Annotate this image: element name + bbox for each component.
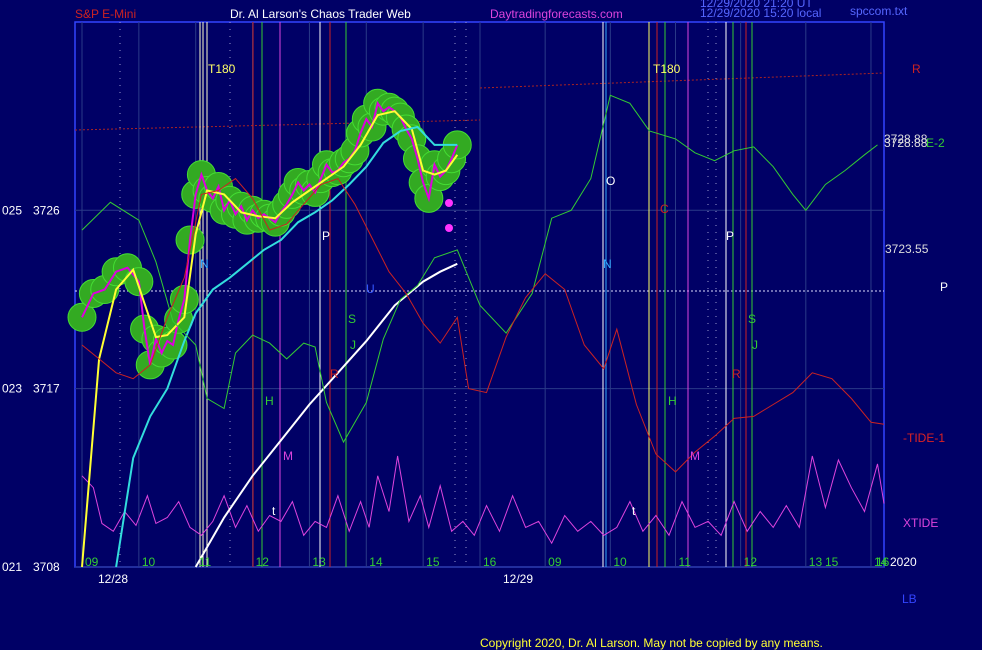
site-link[interactable]: Daytradingforecasts.com — [490, 7, 623, 21]
x-hour-label: 11 — [199, 555, 212, 569]
x-hour-label: 15 — [825, 555, 839, 569]
marker-label: M — [283, 449, 293, 463]
date-label-1: 12/28 — [98, 572, 128, 586]
marker-label: P — [726, 229, 734, 243]
right-label: P — [940, 280, 948, 294]
marker-label: T180 — [653, 62, 681, 76]
y-tick-left: 021 — [2, 560, 22, 574]
x-hour-label: 09 — [548, 555, 562, 569]
marker-label: N — [603, 257, 612, 271]
marker-label: J — [752, 338, 758, 352]
x-hour-label: 16 — [483, 555, 497, 569]
vertical-lines — [119, 22, 753, 567]
x-hour-label: 12 — [744, 555, 758, 569]
y-tick-left: 025 — [2, 203, 22, 217]
x-hour-label: 11 — [678, 555, 691, 569]
x-hour-label: 09 — [85, 555, 99, 569]
marker-label: H — [265, 394, 274, 408]
marker-label: S — [348, 312, 356, 326]
x-hour-label: 14 — [369, 555, 383, 569]
right-label: R — [912, 62, 921, 76]
y-tick-value: 3708 — [33, 560, 60, 574]
copyright: Copyright 2020, Dr. Al Larson. May not b… — [480, 636, 823, 650]
marker-label: T180 — [208, 62, 236, 76]
right-label: -TIDE-1 — [903, 431, 945, 445]
year-label: 2020 — [890, 555, 917, 569]
forecast-dot — [445, 199, 453, 207]
x-hour-label: 15 — [426, 555, 440, 569]
series-line-3 — [194, 262, 458, 568]
date-label-2: 12/29 — [503, 572, 533, 586]
x-hour-label: 16 — [876, 555, 890, 569]
x-hour-label: 10 — [613, 555, 627, 569]
marker-label: P — [322, 229, 330, 243]
right-label: XTIDE — [903, 516, 938, 530]
marker-label: R — [732, 367, 741, 381]
chaos-chart: T180 T180N NP PS SJ JH HR RM MOCUt t S&P E-Mini D… — [2, 0, 948, 650]
marker-label: t — [632, 504, 636, 518]
x-hour-label: 13 — [312, 555, 326, 569]
symbol-label: S&P E-Mini — [75, 7, 136, 21]
file-name: spccom.txt — [850, 4, 908, 18]
marker-label: M — [690, 449, 700, 463]
y-tick-value: 3717 — [33, 382, 60, 396]
marker-label: O — [606, 174, 615, 188]
marker-label: U — [366, 282, 375, 296]
right-label: 3728.88 — [884, 136, 928, 150]
y-tick-value: 3726 — [33, 203, 60, 217]
x-hour-label: 10 — [142, 555, 156, 569]
xtide-line — [81, 455, 885, 545]
ema-bands — [67, 88, 472, 380]
markers: T180 T180N NP PS SJ JH HR RM MOCUt t — [200, 62, 758, 518]
level-value: 3723.55 — [885, 242, 929, 256]
x-hour-label: 13 — [809, 555, 823, 569]
forecast-dot — [445, 224, 453, 232]
marker-label: J — [350, 338, 356, 352]
chart-title: Dr. Al Larson's Chaos Trader Web — [230, 7, 411, 21]
x-hour-label: 12 — [256, 555, 270, 569]
right-label: E-2 — [926, 136, 945, 150]
marker-label: H — [668, 394, 677, 408]
marker-label: t — [272, 504, 276, 518]
marker-label: R — [330, 367, 339, 381]
marker-label: C — [660, 202, 669, 216]
stamp-local: 12/29/2020 15:20 local — [700, 6, 821, 20]
y-tick-left: 023 — [2, 382, 22, 396]
marker-label: S — [748, 312, 756, 326]
r-line — [479, 72, 885, 89]
series-line-5 — [81, 177, 885, 473]
lb-label: LB — [902, 592, 917, 606]
marker-label: N — [200, 257, 209, 271]
